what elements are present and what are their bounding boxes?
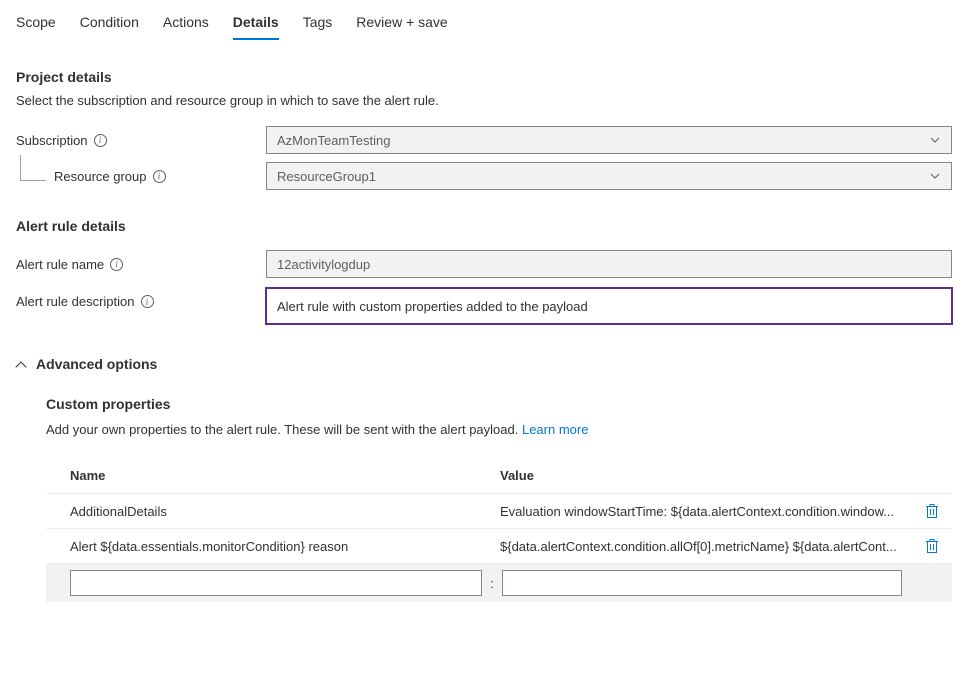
tab-details[interactable]: Details (233, 10, 279, 40)
custom-properties-table: Name Value AdditionalDetails Evaluation … (46, 457, 952, 602)
resource-group-value: ResourceGroup1 (277, 169, 376, 184)
property-value-cell: ${data.alertContext.condition.allOf[0].m… (500, 539, 920, 554)
new-property-value-input[interactable] (502, 570, 902, 596)
alert-rule-details-title: Alert rule details (16, 218, 952, 234)
alert-rule-description-label: Alert rule description i (16, 288, 266, 309)
tab-actions[interactable]: Actions (163, 10, 209, 40)
alert-rule-name-value: 12activitylogdup (277, 257, 370, 272)
tab-scope[interactable]: Scope (16, 10, 56, 40)
info-icon[interactable]: i (141, 295, 154, 308)
subscription-value: AzMonTeamTesting (277, 133, 390, 148)
tab-bar: Scope Condition Actions Details Tags Rev… (16, 0, 952, 41)
resource-group-label: Resource group i (16, 169, 266, 184)
project-details-title: Project details (16, 69, 952, 85)
property-value-cell: Evaluation windowStartTime: ${data.alert… (500, 504, 920, 519)
info-icon[interactable]: i (94, 134, 107, 147)
info-icon[interactable]: i (153, 170, 166, 183)
custom-properties-desc: Add your own properties to the alert rul… (46, 422, 952, 437)
custom-properties-desc-text: Add your own properties to the alert rul… (46, 422, 522, 437)
col-header-name: Name (70, 468, 500, 483)
subscription-label: Subscription i (16, 133, 266, 148)
alert-rule-description-label-text: Alert rule description (16, 294, 135, 309)
learn-more-link[interactable]: Learn more (522, 422, 588, 437)
resource-group-dropdown[interactable]: ResourceGroup1 (266, 162, 952, 190)
trash-icon[interactable] (925, 538, 939, 554)
advanced-options-toggle[interactable]: Advanced options (16, 356, 952, 372)
resource-group-label-text: Resource group (54, 169, 147, 184)
table-row: AdditionalDetails Evaluation windowStart… (46, 494, 952, 529)
property-name-cell: AdditionalDetails (70, 504, 500, 519)
alert-rule-name-label: Alert rule name i (16, 257, 266, 272)
project-details-desc: Select the subscription and resource gro… (16, 93, 952, 108)
new-property-name-input[interactable] (70, 570, 482, 596)
subscription-label-text: Subscription (16, 133, 88, 148)
new-property-row: : (46, 564, 952, 602)
colon-separator: : (490, 576, 494, 591)
advanced-options-label: Advanced options (36, 356, 157, 372)
chevron-down-icon (929, 134, 941, 146)
trash-icon[interactable] (925, 503, 939, 519)
chevron-up-icon (16, 359, 26, 369)
custom-properties-title: Custom properties (46, 396, 952, 412)
alert-rule-name-label-text: Alert rule name (16, 257, 104, 272)
alert-rule-description-input[interactable] (266, 288, 952, 324)
subscription-dropdown[interactable]: AzMonTeamTesting (266, 126, 952, 154)
property-name-cell: Alert ${data.essentials.monitorCondition… (70, 539, 500, 554)
indent-connector-icon (20, 155, 46, 181)
col-header-value: Value (500, 468, 944, 483)
table-header: Name Value (46, 458, 952, 494)
chevron-down-icon (929, 170, 941, 182)
tab-tags[interactable]: Tags (303, 10, 333, 40)
info-icon[interactable]: i (110, 258, 123, 271)
tab-condition[interactable]: Condition (80, 10, 139, 40)
table-row: Alert ${data.essentials.monitorCondition… (46, 529, 952, 564)
alert-rule-name-input: 12activitylogdup (266, 250, 952, 278)
tab-review-save[interactable]: Review + save (356, 10, 447, 40)
